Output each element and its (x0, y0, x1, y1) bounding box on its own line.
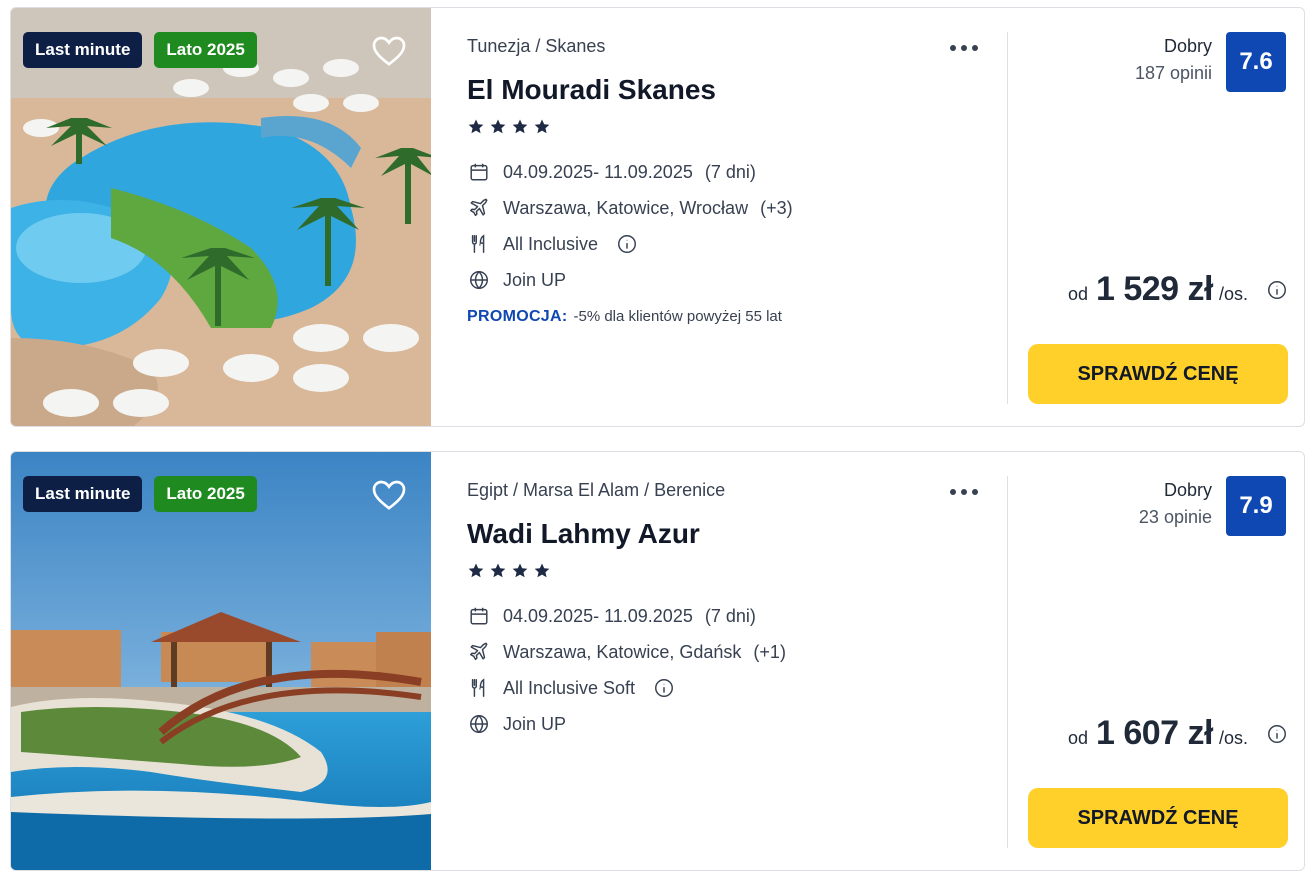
star-rating (467, 118, 551, 136)
departures-row: Warszawa, Katowice, Gdańsk (+1) (467, 639, 786, 665)
board-type: All Inclusive Soft (503, 677, 636, 698)
review-count[interactable]: 23 opinie (1139, 507, 1212, 528)
board-row: All Inclusive Soft (467, 675, 675, 701)
divider (1007, 476, 1008, 848)
promo-label: PROMOCJA: (467, 308, 568, 325)
rating-block[interactable]: Dobry 23 opinie 7.9 (1139, 476, 1286, 536)
location-breadcrumb[interactable]: Egipt / Marsa El Alam / Berenice (467, 480, 725, 501)
check-price-button[interactable]: SPRAWDŹ CENĘ (1028, 344, 1288, 404)
plane-icon (467, 640, 491, 664)
star-icon (490, 563, 506, 578)
price-unit: /os. (1218, 728, 1248, 748)
offer-card[interactable]: Last minute Lato 2025 Egipt / Marsa El A… (10, 451, 1305, 871)
calendar-icon (467, 604, 491, 628)
board-type: All Inclusive (503, 233, 599, 254)
transport-row: Join UP (467, 267, 566, 293)
plane-icon (467, 196, 491, 220)
globe-icon (467, 712, 491, 736)
transport-row: Join UP (467, 711, 566, 737)
star-icon (512, 563, 528, 578)
price-prefix: od (1067, 284, 1088, 304)
departure-cities: Warszawa, Katowice, Wrocław (503, 197, 749, 218)
last-minute-badge: Last minute (23, 476, 143, 512)
travel-dates: 04.09.2025- 11.09.2025 (503, 605, 693, 626)
season-badge: Lato 2025 (154, 476, 257, 512)
heart-icon[interactable] (369, 474, 409, 514)
hotel-photo-image (11, 452, 431, 870)
departure-more[interactable]: (+3) (760, 198, 793, 219)
review-count[interactable]: 187 opinii (1135, 63, 1212, 84)
departures-row: Warszawa, Katowice, Wrocław (+3) (467, 195, 793, 221)
promo-text: -5% dla klientów powyżej 55 lat (573, 308, 782, 325)
trip-duration: (7 dni) (704, 161, 756, 182)
rating-block[interactable]: Dobry 187 opinii 7.6 (1135, 32, 1286, 92)
badge-group: Last minute Lato 2025 (23, 476, 257, 512)
globe-icon (467, 268, 491, 292)
info-icon[interactable] (653, 677, 675, 699)
promo-line: PROMOCJA: -5% dla klientów powyżej 55 lat (467, 308, 782, 326)
info-icon[interactable] (616, 233, 638, 255)
season-badge: Lato 2025 (154, 32, 257, 68)
divider (1007, 32, 1008, 404)
info-icon[interactable] (1266, 723, 1288, 745)
star-icon (534, 119, 550, 134)
departure-cities: Warszawa, Katowice, Gdańsk (503, 641, 742, 662)
star-rating (467, 562, 551, 580)
board-row: All Inclusive (467, 231, 638, 257)
price-amount: 1 607 zł (1096, 714, 1213, 752)
star-icon (468, 563, 484, 578)
rating-score: 7.9 (1226, 476, 1286, 536)
info-icon[interactable] (1266, 279, 1288, 301)
hotel-name[interactable]: Wadi Lahmy Azur (467, 518, 700, 550)
price-block: od 1 529 zł /os. (1068, 270, 1288, 309)
hotel-photo-image (11, 8, 431, 426)
rating-label: Dobry (1163, 36, 1212, 56)
offer-details: Egipt / Marsa El Alam / Berenice Wadi La… (467, 452, 1007, 870)
trip-duration: (7 dni) (704, 605, 756, 626)
transport-operator: Join UP (503, 269, 567, 290)
travel-dates: 04.09.2025- 11.09.2025 (503, 161, 693, 182)
calendar-icon (467, 160, 491, 184)
hotel-photo[interactable]: Last minute Lato 2025 (11, 452, 431, 870)
rating-label: Dobry (1163, 480, 1212, 500)
star-icon (468, 119, 484, 134)
offer-list: Last minute Lato 2025 Tunezja / Skanes E… (0, 0, 1314, 882)
star-icon (534, 563, 550, 578)
price-prefix: od (1067, 728, 1088, 748)
last-minute-badge: Last minute (23, 32, 143, 68)
check-price-button[interactable]: SPRAWDŹ CENĘ (1028, 788, 1288, 848)
departure-more[interactable]: (+1) (753, 642, 786, 663)
price-amount: 1 529 zł (1096, 270, 1213, 308)
cutlery-icon (467, 676, 491, 700)
hotel-photo[interactable]: Last minute Lato 2025 (11, 8, 431, 426)
price-unit: /os. (1218, 284, 1248, 304)
hotel-name[interactable]: El Mouradi Skanes (467, 74, 716, 106)
badge-group: Last minute Lato 2025 (23, 32, 257, 68)
offer-card[interactable]: Last minute Lato 2025 Tunezja / Skanes E… (10, 7, 1305, 427)
more-dots-icon[interactable] (950, 482, 982, 502)
heart-icon[interactable] (369, 30, 409, 70)
rating-score: 7.6 (1226, 32, 1286, 92)
transport-operator: Join UP (503, 713, 567, 734)
more-dots-icon[interactable] (950, 38, 982, 58)
cutlery-icon (467, 232, 491, 256)
star-icon (512, 119, 528, 134)
star-icon (490, 119, 506, 134)
price-block: od 1 607 zł /os. (1068, 714, 1288, 753)
location-breadcrumb[interactable]: Tunezja / Skanes (467, 36, 605, 57)
dates-row: 04.09.2025- 11.09.2025 (7 dni) (467, 603, 756, 629)
dates-row: 04.09.2025- 11.09.2025 (7 dni) (467, 159, 756, 185)
offer-details: Tunezja / Skanes El Mouradi Skanes 04.09… (467, 8, 1007, 426)
